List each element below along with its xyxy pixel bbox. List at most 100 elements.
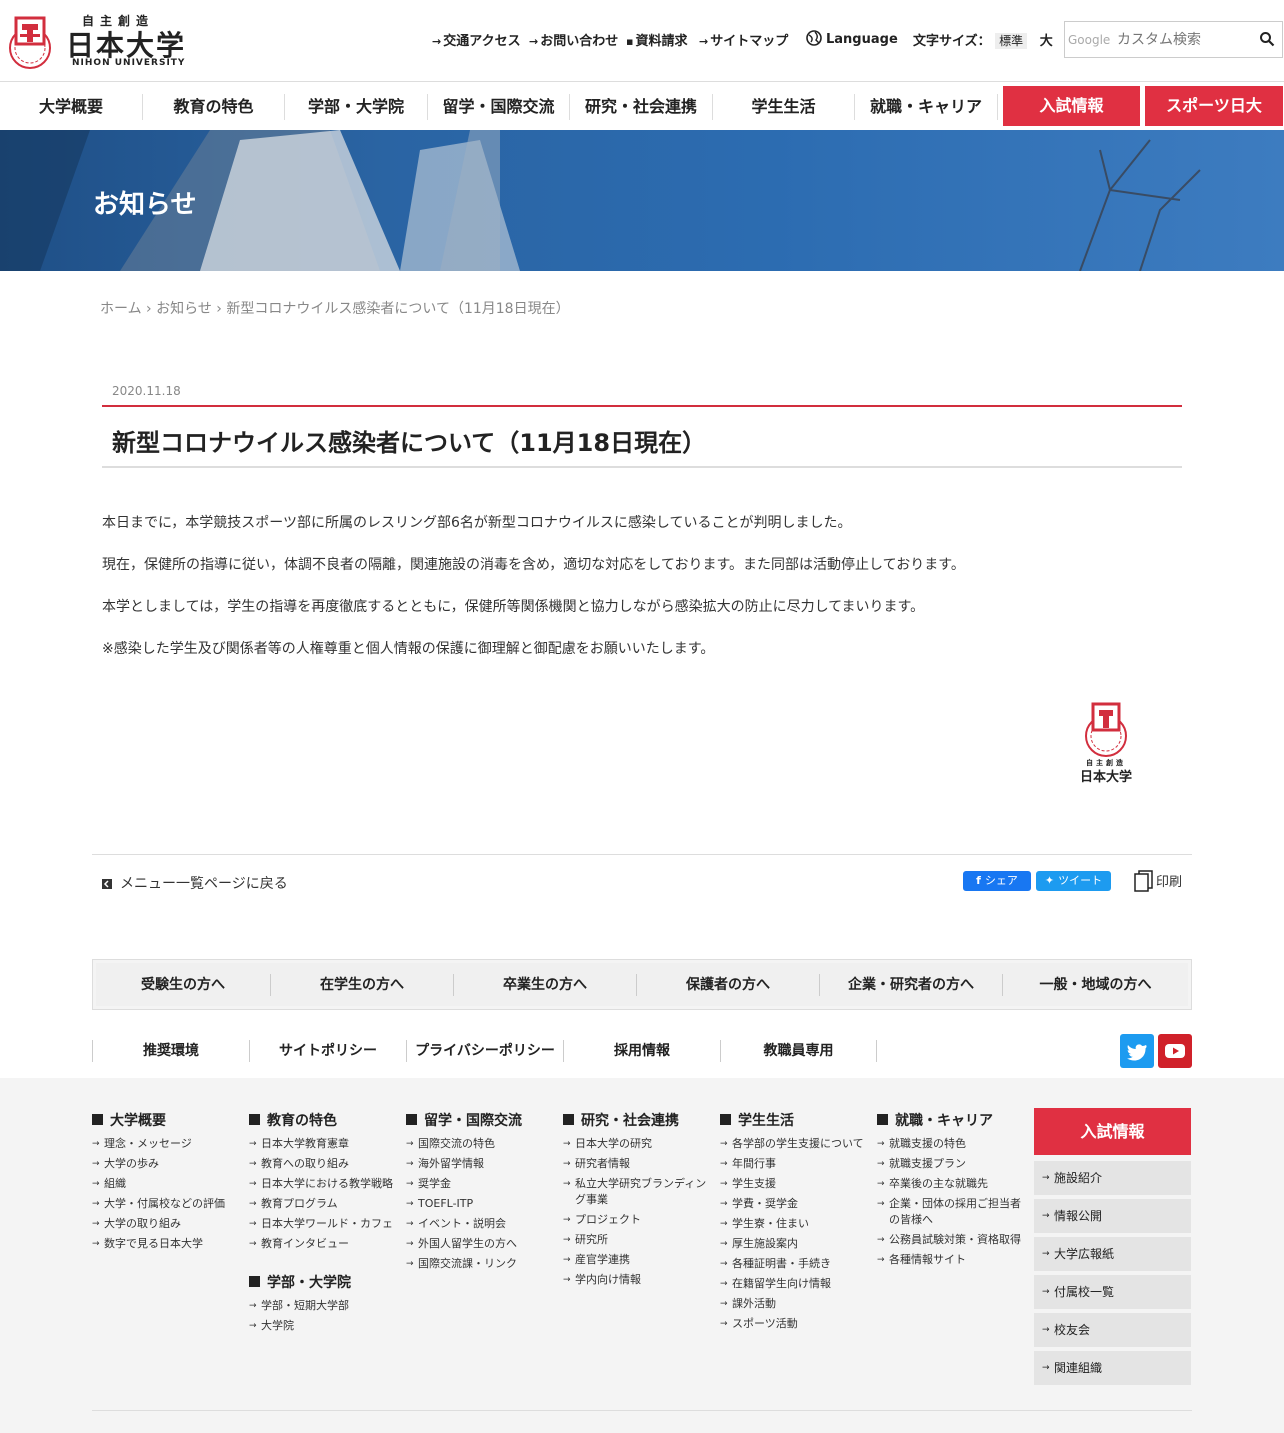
search-input[interactable] (1117, 30, 1252, 50)
footer-side-button[interactable]: 校友会 (1034, 1313, 1191, 1347)
breadcrumb-home[interactable]: ホーム (100, 301, 142, 317)
footer-link[interactable]: 日本大学教育憲章 (249, 1136, 399, 1152)
access-link[interactable]: → 交通アクセス (432, 30, 521, 49)
gnav-sports-button[interactable]: スポーツ日大 (1145, 86, 1283, 126)
footer-link[interactable]: 学部・短期大学部 (249, 1298, 399, 1314)
footer-link[interactable]: 卒業後の主な就職先 (877, 1176, 1027, 1192)
footer-link[interactable]: 奨学金 (406, 1176, 556, 1192)
privacy-policy-link[interactable]: プライバシーポリシー (406, 1040, 563, 1062)
gnav-career[interactable]: 就職・キャリア (855, 94, 998, 120)
recruit-link[interactable]: 採用情報 (563, 1040, 720, 1062)
site-header: 自主創造 日本大学 NIHON UNIVERSITY → 交通アクセス → お問い合… (0, 0, 1284, 82)
breadcrumb: ホーム › お知らせ › 新型コロナウイルス感染者について（11月18日現在） (100, 298, 570, 318)
language-link[interactable]: Language (806, 30, 898, 47)
gnav-about[interactable]: 大学概要 (0, 94, 143, 120)
footer-link[interactable]: イベント・説明会 (406, 1216, 556, 1232)
footer-heading[interactable]: 研究・社会連携 (563, 1110, 713, 1130)
gnav-admissions-button[interactable]: 入試情報 (1003, 86, 1140, 126)
footer-link[interactable]: 各学部の学生支援について (720, 1136, 870, 1152)
footer-link[interactable]: 学費・奨学金 (720, 1196, 870, 1212)
gnav-student-life[interactable]: 学生生活 (713, 94, 855, 120)
youtube-icon[interactable] (1158, 1034, 1192, 1068)
university-logo[interactable]: 自主創造 日本大学 NIHON UNIVERSITY (0, 10, 190, 72)
footer-link[interactable]: 課外活動 (720, 1296, 870, 1312)
gnav-international[interactable]: 留学・国際交流 (428, 94, 570, 120)
gnav-research[interactable]: 研究・社会連携 (570, 94, 713, 120)
audience-alumni[interactable]: 卒業生の方へ (454, 974, 637, 996)
footer-side-button[interactable]: 関連組織 (1034, 1351, 1191, 1385)
footer-link[interactable]: 各種情報サイト (877, 1252, 1027, 1268)
footer-link[interactable]: 私立大学研究ブランディング事業 (563, 1176, 713, 1208)
footer-link[interactable]: 公務員試験対策・資格取得 (877, 1232, 1027, 1248)
search-icon[interactable] (1259, 31, 1275, 47)
gnav-faculties[interactable]: 学部・大学院 (285, 94, 428, 120)
footer-link[interactable]: 産官学連携 (563, 1252, 713, 1268)
footer-heading[interactable]: 教育の特色 (249, 1110, 399, 1130)
footer-link[interactable]: プロジェクト (563, 1212, 713, 1228)
square-bullet-icon (406, 1114, 417, 1125)
footer-link[interactable]: 各種証明書・手続き (720, 1256, 870, 1272)
footer-link[interactable]: 教育プログラム (249, 1196, 399, 1212)
breadcrumb-news[interactable]: お知らせ (156, 301, 212, 317)
footer-link[interactable]: 海外留学情報 (406, 1156, 556, 1172)
audience-general[interactable]: 一般・地域の方へ (1003, 974, 1188, 996)
footer-link[interactable]: 日本大学ワールド・カフェ (249, 1216, 399, 1232)
footer-link[interactable]: 日本大学における教学戦略 (249, 1176, 399, 1192)
footer-link[interactable]: 就職支援の特色 (877, 1136, 1027, 1152)
footer-link[interactable]: 学生支援 (720, 1176, 870, 1192)
footer-link[interactable]: 数字で見る日本大学 (92, 1236, 242, 1252)
footer-link[interactable]: 外国人留学生の方へ (406, 1236, 556, 1252)
print-button[interactable]: 印刷 (1134, 870, 1182, 892)
footer-heading[interactable]: 学生生活 (720, 1110, 870, 1130)
footer-side-button[interactable]: 付属校一覧 (1034, 1275, 1191, 1309)
footer-heading[interactable]: 留学・国際交流 (406, 1110, 556, 1130)
footer-link[interactable]: 大学・付属校などの評価 (92, 1196, 242, 1212)
sitemap-link[interactable]: → サイトマップ (699, 30, 788, 49)
footer-heading[interactable]: 学部・大学院 (249, 1272, 399, 1292)
footer-link[interactable]: 国際交流課・リンク (406, 1256, 556, 1272)
footer-link[interactable]: 在籍留学生向け情報 (720, 1276, 870, 1292)
audience-parents[interactable]: 保護者の方へ (637, 974, 820, 996)
contact-link[interactable]: → お問い合わせ (529, 30, 618, 49)
twitter-icon[interactable] (1120, 1034, 1154, 1068)
audience-applicants[interactable]: 受験生の方へ (96, 974, 271, 996)
footer-link[interactable]: 理念・メッセージ (92, 1136, 242, 1152)
footer-link[interactable]: 大学の歩み (92, 1156, 242, 1172)
footer-link[interactable]: 教育への取り組み (249, 1156, 399, 1172)
twitter-tweet-button[interactable]: ✦ ツイート (1036, 871, 1111, 891)
footer-link[interactable]: 年間行事 (720, 1156, 870, 1172)
fontsize-standard[interactable]: 標準 (995, 33, 1028, 49)
footer-link[interactable]: 学生寮・住まい (720, 1216, 870, 1232)
search-box: Google (1064, 21, 1283, 58)
footer-link[interactable]: 就職支援プラン (877, 1156, 1027, 1172)
footer-heading[interactable]: 就職・キャリア (877, 1110, 1027, 1130)
footer-link[interactable]: 研究者情報 (563, 1156, 713, 1172)
footer-link[interactable]: 研究所 (563, 1232, 713, 1248)
request-link[interactable]: ▪ 資料請求 (626, 30, 687, 49)
gnav-education[interactable]: 教育の特色 (143, 94, 285, 120)
footer-link[interactable]: 企業・団体の採用ご担当者の皆様へ (877, 1196, 1027, 1228)
fontsize-large[interactable]: 大 (1040, 34, 1053, 49)
footer-link[interactable]: 組織 (92, 1176, 242, 1192)
staff-only-link[interactable]: 教職員専用 (720, 1040, 877, 1062)
footer-link[interactable]: 日本大学の研究 (563, 1136, 713, 1152)
audience-students[interactable]: 在学生の方へ (271, 974, 454, 996)
footer-link[interactable]: 学内向け情報 (563, 1272, 713, 1288)
audience-companies[interactable]: 企業・研究者の方へ (820, 974, 1003, 996)
recommended-env-link[interactable]: 推奨環境 (92, 1040, 249, 1062)
footer-admissions-button[interactable]: 入試情報 (1034, 1108, 1191, 1155)
footer-side-button[interactable]: 施設紹介 (1034, 1161, 1191, 1195)
footer-link[interactable]: 国際交流の特色 (406, 1136, 556, 1152)
footer-side-button[interactable]: 大学広報紙 (1034, 1237, 1191, 1271)
facebook-share-button[interactable]: f シェア (963, 871, 1031, 891)
footer-link[interactable]: 厚生施設案内 (720, 1236, 870, 1252)
footer-link[interactable]: TOEFL-ITP (406, 1196, 556, 1212)
site-policy-link[interactable]: サイトポリシー (249, 1040, 406, 1062)
back-to-list-link[interactable]: メニュー一覧ページに戻る (102, 873, 288, 893)
footer-side-button[interactable]: 情報公開 (1034, 1199, 1191, 1233)
footer-link[interactable]: 大学院 (249, 1318, 399, 1334)
footer-link[interactable]: 大学の取り組み (92, 1216, 242, 1232)
footer-link[interactable]: スポーツ活動 (720, 1316, 870, 1332)
footer-heading[interactable]: 大学概要 (92, 1110, 242, 1130)
footer-link[interactable]: 教育インタビュー (249, 1236, 399, 1252)
